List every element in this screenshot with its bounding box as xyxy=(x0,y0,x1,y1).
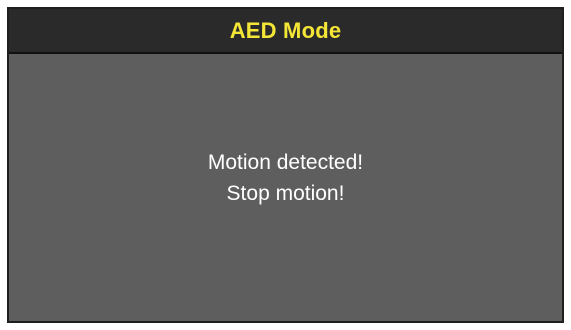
aed-screen: AED Mode Motion detected! Stop motion! xyxy=(7,7,564,323)
alert-message: Motion detected! Stop motion! xyxy=(9,147,562,209)
screen-title: AED Mode xyxy=(229,17,342,43)
header-bar: AED Mode xyxy=(9,9,562,54)
alert-line-stop-motion: Stop motion! xyxy=(226,182,345,205)
alert-line-motion-detected: Motion detected! xyxy=(207,151,364,174)
